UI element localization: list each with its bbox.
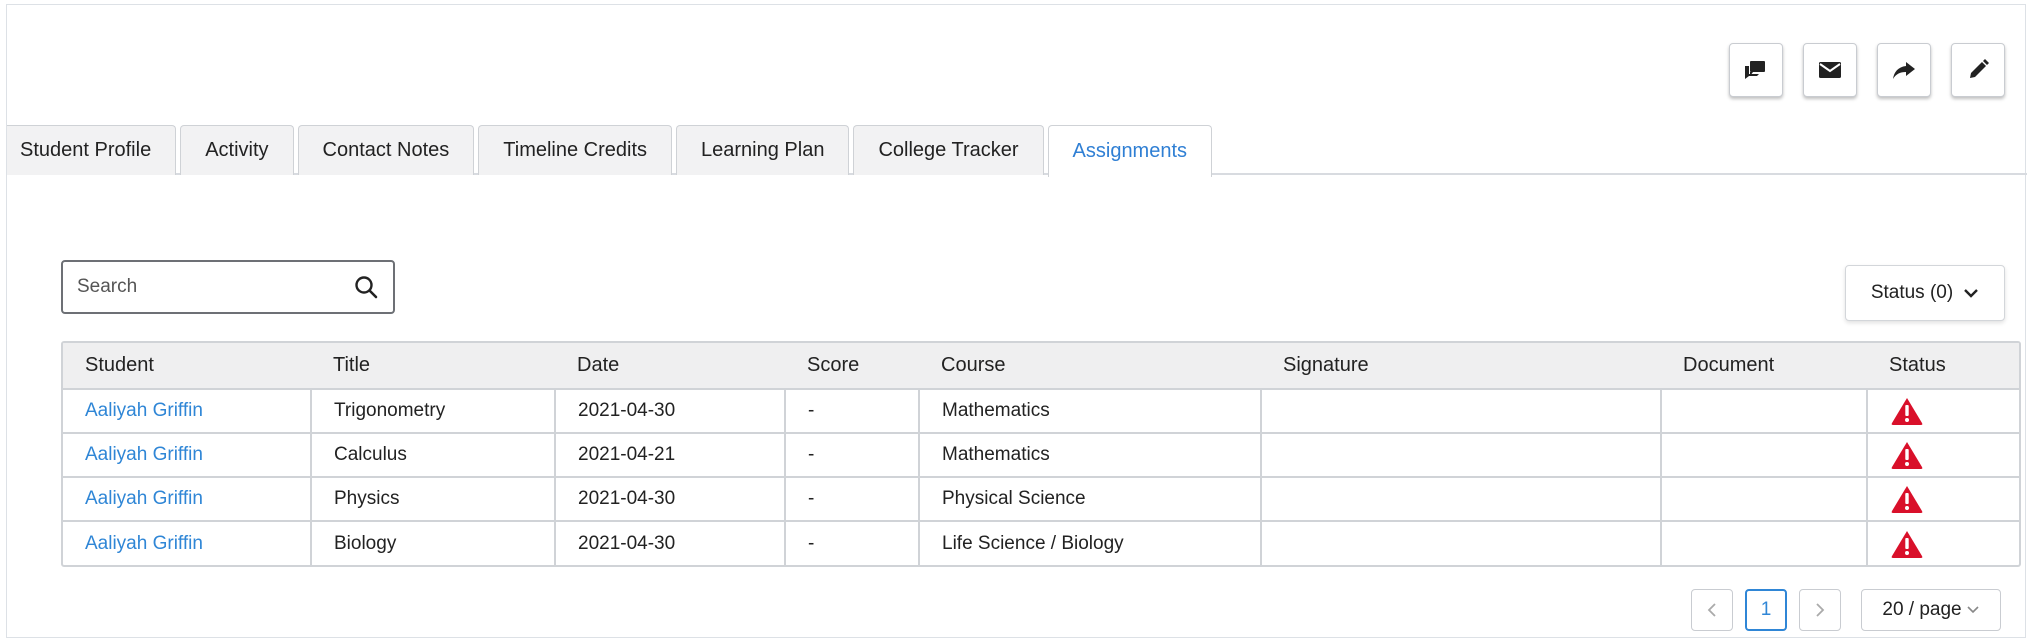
assignments-table: Student Title Date Score Course Signatur… [61,341,2021,567]
assignment-course: Physical Science [918,476,1261,521]
assignment-course: Mathematics [918,388,1261,433]
assignment-date: 2021-04-30 [554,520,785,565]
assignment-status [1866,388,2019,433]
column-header-status[interactable]: Status [1867,343,2019,389]
column-header-course[interactable]: Course [919,343,1261,389]
tab-timeline-credits[interactable]: Timeline Credits [478,125,673,175]
warning-icon [1891,442,1923,469]
warning-icon [1891,486,1923,513]
student-link[interactable]: Aaliyah Griffin [63,520,311,565]
assignment-document [1660,388,1867,433]
edit-icon [1970,59,1989,78]
table-row: Aaliyah Griffin Calculus 2021-04-21 - Ma… [63,432,2019,477]
assignment-course: Mathematics [918,432,1261,477]
column-header-date[interactable]: Date [555,343,785,389]
tab-bar: Student Profile Activity Contact Notes T… [7,123,2027,177]
warning-icon [1891,398,1923,425]
page-size-label: 20 / page [1882,599,1962,620]
assignment-signature [1260,432,1661,477]
column-header-document[interactable]: Document [1661,343,1867,389]
assignment-title: Calculus [310,432,555,477]
assignment-signature [1260,388,1661,433]
student-link[interactable]: Aaliyah Griffin [63,388,311,433]
tab-activity[interactable]: Activity [180,125,294,175]
chevron-down-icon [1964,289,1979,298]
assignment-title: Trigonometry [310,388,555,433]
table-row: Aaliyah Griffin Physics 2021-04-30 - Phy… [63,476,2019,521]
assignment-score: - [784,476,919,521]
table-row: Aaliyah Griffin Biology 2021-04-30 - Lif… [63,520,2019,565]
app-frame: Student Profile Activity Contact Notes T… [6,4,2027,638]
chevron-left-icon [1707,603,1716,617]
assignment-date: 2021-04-30 [554,476,785,521]
assignment-document [1660,520,1867,565]
chevron-down-icon [1967,606,1979,614]
assignment-signature [1260,476,1661,521]
assignment-status [1866,432,2019,477]
email-button[interactable] [1803,43,1857,97]
tab-learning-plan[interactable]: Learning Plan [676,125,850,175]
column-header-student[interactable]: Student [63,343,311,389]
assignment-date: 2021-04-21 [554,432,785,477]
chevron-right-icon [1816,603,1825,617]
assignment-title: Biology [310,520,555,565]
assignment-signature [1260,520,1661,565]
tab-college-tracker[interactable]: College Tracker [853,125,1044,175]
chat-icon [1745,61,1765,79]
assignment-score: - [784,520,919,565]
assignment-score: - [784,388,919,433]
search-icon[interactable] [353,274,379,300]
column-header-title[interactable]: Title [311,343,555,389]
status-filter-label: Status (0) [1870,282,1954,303]
table-header-row: Student Title Date Score Course Signatur… [63,343,2019,389]
assignment-course: Life Science / Biology [918,520,1261,565]
search-input[interactable] [77,276,353,298]
assignment-status [1866,520,2019,565]
chat-button[interactable] [1729,43,1783,97]
student-link[interactable]: Aaliyah Griffin [63,432,311,477]
page-number-button[interactable]: 1 [1745,589,1787,631]
assignment-score: - [784,432,919,477]
next-page-button[interactable] [1799,589,1841,631]
table-row: Aaliyah Griffin Trigonometry 2021-04-30 … [63,388,2019,433]
search-box [61,260,395,314]
status-filter-dropdown[interactable]: Status (0) [1845,265,2005,321]
tab-student-profile[interactable]: Student Profile [7,125,177,175]
assignment-document [1660,432,1867,477]
share-button[interactable] [1877,43,1931,97]
column-header-signature[interactable]: Signature [1261,343,1661,389]
toolbar-actions [1729,43,2005,97]
edit-button[interactable] [1951,43,2005,97]
page-size-select[interactable]: 20 / page [1861,589,2001,631]
assignment-document [1660,476,1867,521]
warning-icon [1891,530,1923,558]
mail-icon [1819,62,1841,78]
assignment-title: Physics [310,476,555,521]
pagination: 1 20 / page [1691,589,2001,631]
assignment-date: 2021-04-30 [554,388,785,433]
assignment-status [1866,476,2019,521]
tab-assignments[interactable]: Assignments [1047,125,1213,177]
prev-page-button[interactable] [1691,589,1733,631]
tab-contact-notes[interactable]: Contact Notes [297,125,475,175]
student-link[interactable]: Aaliyah Griffin [63,476,311,521]
column-header-score[interactable]: Score [785,343,919,389]
share-icon [1893,62,1915,79]
